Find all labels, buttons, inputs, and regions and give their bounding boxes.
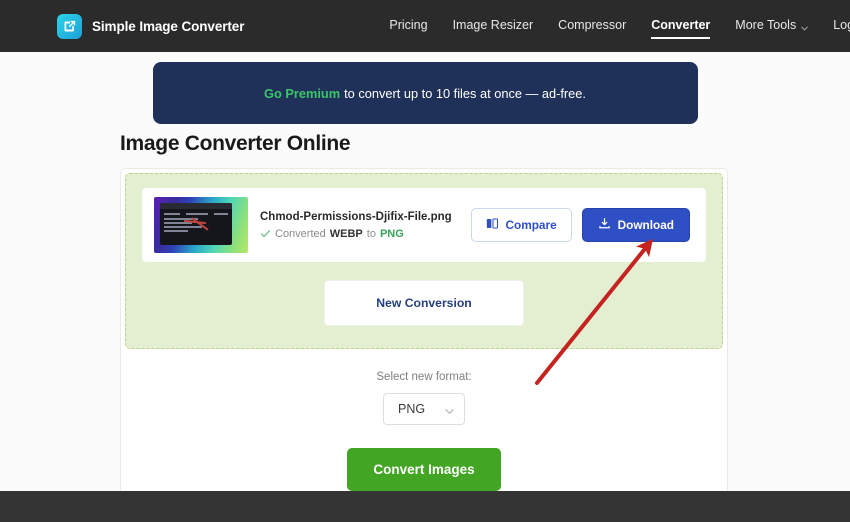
- file-metadata: Chmod-Permissions-Djifix-File.png Conver…: [260, 211, 471, 240]
- converted-file-row: Chmod-Permissions-Djifix-File.png Conver…: [142, 188, 706, 262]
- premium-banner-wrapper: Go Premium to convert up to 10 files at …: [0, 52, 850, 124]
- page-title: Image Converter Online: [120, 132, 351, 155]
- conversion-results-region: Chmod-Permissions-Djifix-File.png Conver…: [125, 173, 723, 349]
- premium-banner[interactable]: Go Premium to convert up to 10 files at …: [152, 62, 698, 124]
- brand-name: Simple Image Converter: [92, 18, 245, 34]
- image-export-icon: [57, 13, 82, 39]
- premium-banner-message: to convert up to 10 files at once — ad-f…: [344, 85, 586, 101]
- nav-item-compressor[interactable]: Compressor: [558, 18, 626, 35]
- brand-logo-link[interactable]: Simple Image Converter: [57, 13, 245, 39]
- source-format: WEBP: [329, 227, 363, 240]
- nav-item-more-tools-label: More Tools: [735, 17, 797, 32]
- page-root: Simple Image Converter Pricing Image Res…: [0, 0, 850, 522]
- file-actions: Compare Download: [470, 208, 690, 242]
- converter-card: Chmod-Permissions-Djifix-File.png Conver…: [120, 168, 728, 518]
- download-icon: [598, 217, 611, 233]
- target-format: PNG: [379, 227, 404, 240]
- new-conversion-button[interactable]: New Conversion: [324, 280, 524, 326]
- nav-item-image-resizer[interactable]: Image Resizer: [453, 18, 534, 35]
- file-status: Converted WEBP to PNG: [260, 228, 471, 240]
- main-navigation: Pricing Image Resizer Compressor Convert…: [389, 11, 850, 41]
- compare-icon: [486, 217, 499, 233]
- compare-button-label: Compare: [505, 218, 557, 232]
- chevron-down-icon: [445, 405, 454, 414]
- chevron-down-icon: [801, 21, 809, 31]
- format-select-value: PNG: [398, 402, 426, 416]
- nav-item-more-tools[interactable]: More Tools: [735, 17, 809, 35]
- file-status-prefix: Converted: [275, 227, 326, 240]
- format-select[interactable]: PNG: [383, 393, 465, 425]
- file-status-middle: to: [366, 227, 376, 240]
- go-premium-link[interactable]: Go Premium: [264, 86, 340, 101]
- file-thumbnail: [154, 197, 248, 253]
- new-conversion-wrapper: New Conversion: [136, 280, 712, 326]
- terminal-screenshot-thumbnail: [160, 203, 232, 245]
- nav-item-converter[interactable]: Converter: [651, 18, 711, 39]
- format-label: Select new format:: [376, 371, 472, 383]
- file-name: Chmod-Permissions-Djifix-File.png: [260, 210, 452, 223]
- site-footer: [0, 491, 850, 522]
- download-button-label: Download: [617, 218, 674, 232]
- convert-images-button[interactable]: Convert Images: [347, 448, 501, 491]
- check-icon: [260, 228, 271, 239]
- nav-item-pricing[interactable]: Pricing: [389, 18, 427, 35]
- main-content: Image Converter Online Chmod-Permissions…: [120, 132, 728, 518]
- site-header: Simple Image Converter Pricing Image Res…: [0, 0, 850, 52]
- download-button[interactable]: Download: [581, 208, 690, 242]
- compare-button[interactable]: Compare: [470, 208, 572, 242]
- nav-item-log-in[interactable]: Log In: [833, 18, 850, 35]
